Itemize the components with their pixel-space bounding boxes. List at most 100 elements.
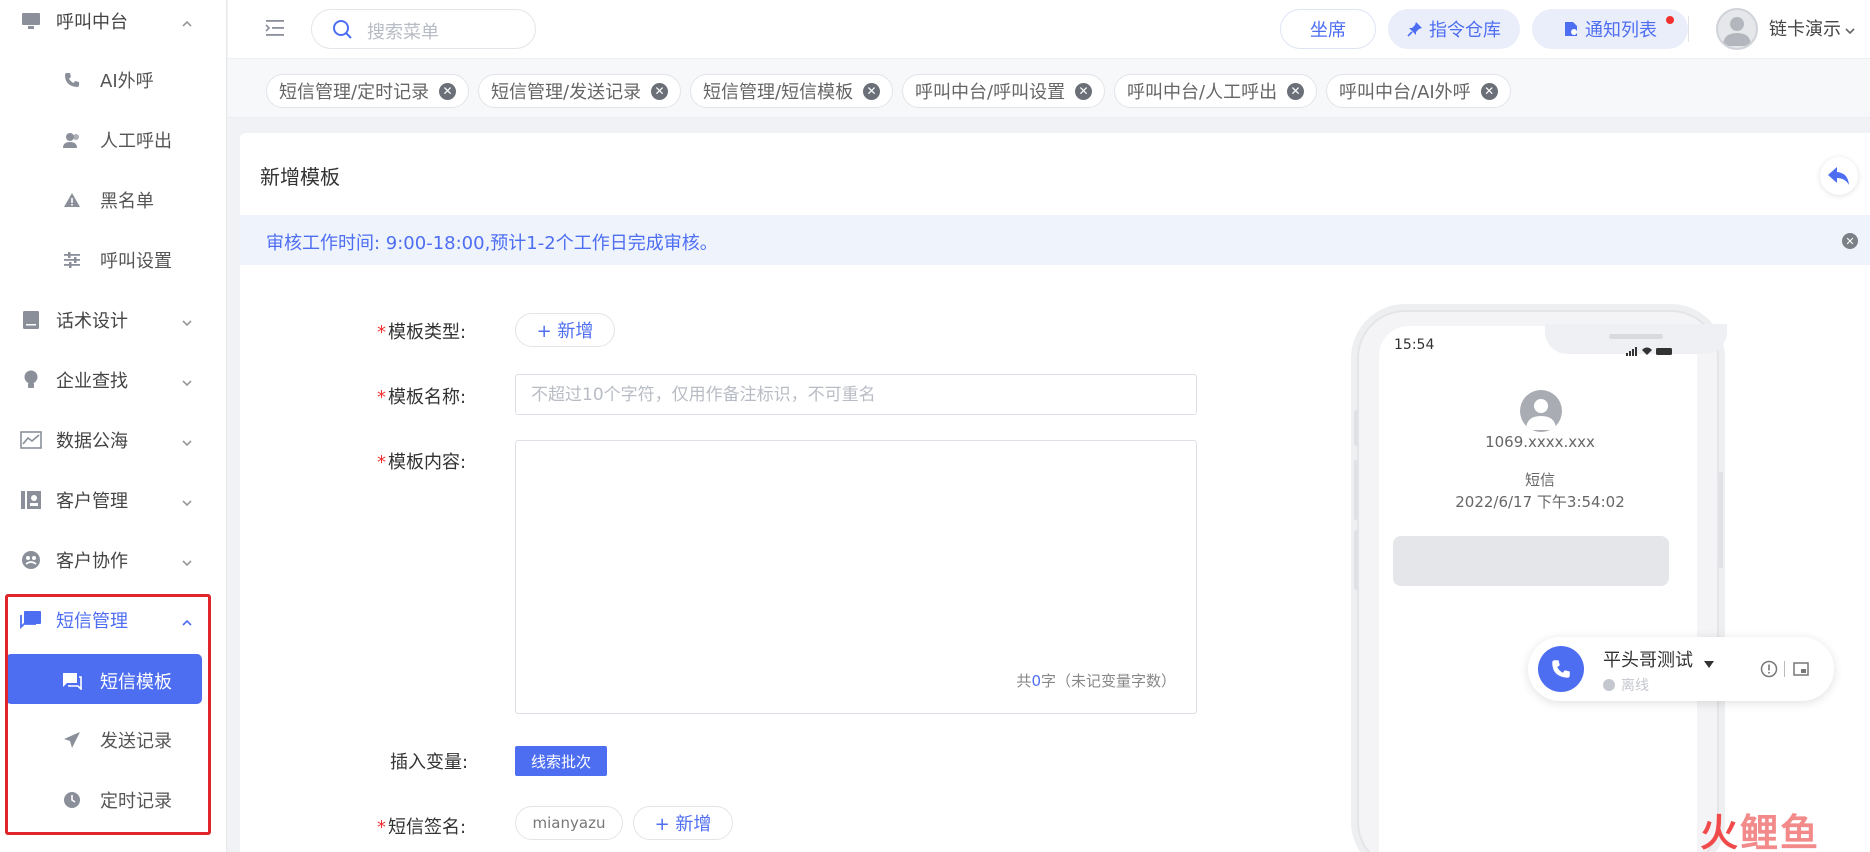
seat-label: 坐席 (1310, 20, 1346, 41)
tab-label: 呼叫中台/AI外呼 (1339, 82, 1471, 103)
sidebar-group-sms[interactable]: 短信管理 (0, 594, 227, 646)
phone-side-button (1354, 410, 1358, 446)
contacts-icon (20, 489, 42, 511)
sidebar-item-label: AI外呼 (100, 71, 154, 92)
tab-sms-template[interactable]: 短信管理/短信模板 ✕ (690, 74, 894, 108)
notice-text: 审核工作时间: 9:00-18:00,预计1-2个工作日完成审核。 (266, 233, 718, 254)
users-icon (62, 130, 82, 150)
tab-manual-call[interactable]: 呼叫中台/人工呼出 ✕ (1114, 74, 1318, 108)
sidebar-group-label: 呼叫中台 (56, 12, 128, 33)
contact-avatar (1520, 390, 1562, 432)
top-header: 搜索菜单 坐席 指令仓库 通知列表 链卡演示 (228, 0, 1870, 58)
tab-label: 短信管理/定时记录 (279, 82, 430, 103)
sidebar-item-call-settings[interactable]: 呼叫设置 (0, 233, 227, 285)
command-library-button[interactable]: 指令仓库 (1388, 9, 1520, 49)
sidebar-item-scheduled-records[interactable]: 定时记录 (0, 773, 227, 825)
sidebar-item-label: 人工呼出 (100, 131, 172, 152)
tab-label: 呼叫中台/人工呼出 (1127, 82, 1278, 103)
close-icon[interactable]: ✕ (1287, 82, 1305, 100)
close-icon[interactable]: ✕ (651, 82, 669, 100)
seat-button[interactable]: 坐席 (1280, 9, 1376, 49)
chevron-down-icon (181, 554, 193, 567)
sidebar-group-label: 数据公海 (56, 431, 128, 452)
add-signature-button[interactable]: + 新增 (633, 806, 733, 840)
signal-icon (1626, 342, 1678, 356)
tab-sms-send-records[interactable]: 短信管理/发送记录 ✕ (478, 74, 682, 108)
chat-icon (62, 671, 82, 691)
close-icon[interactable]: ✕ (1842, 233, 1858, 249)
sidebar-item-send-records[interactable]: 发送记录 (0, 713, 227, 765)
chevron-down-icon[interactable] (1844, 22, 1856, 35)
search-icon (332, 19, 354, 41)
lead-batch-variable-button[interactable]: 线索批次 (515, 746, 607, 776)
close-icon[interactable]: ✕ (1480, 82, 1498, 100)
sidebar-group-customer-mgmt[interactable]: 客户管理 (0, 474, 227, 526)
sidebar-item-label: 发送记录 (100, 731, 172, 752)
chevron-down-icon (181, 434, 193, 447)
sidebar-group-label: 话术设计 (56, 311, 128, 332)
sidebar-group-label: 客户协作 (56, 551, 128, 572)
search-placeholder: 搜索菜单 (367, 22, 439, 43)
watermark-logo: 火鲤鱼 (1700, 811, 1821, 852)
notify-label: 通知列表 (1585, 20, 1657, 41)
close-icon[interactable]: ✕ (1075, 82, 1093, 100)
phone-icon (62, 70, 82, 90)
tab-ai-call[interactable]: 呼叫中台/AI外呼 ✕ (1326, 74, 1511, 108)
close-icon[interactable]: ✕ (439, 82, 457, 100)
page-tabs-bar: 短信管理/定时记录 ✕ 短信管理/发送记录 ✕ 短信管理/短信模板 ✕ 呼叫中台/呼叫… (228, 58, 1870, 118)
sidebar-item-manual-call[interactable]: 人工呼出 (0, 113, 227, 165)
info-icon[interactable] (1760, 660, 1778, 678)
sidebar-group-label: 企业查找 (56, 371, 128, 392)
sidebar-item-label: 黑名单 (100, 191, 154, 212)
sidebar-item-sms-template[interactable]: 短信模板 (6, 654, 202, 704)
call-button[interactable] (1538, 646, 1584, 692)
sidebar-group-company-search[interactable]: 企业查找 (0, 354, 227, 406)
back-icon[interactable] (1820, 157, 1858, 195)
notification-list-button[interactable]: 通知列表 (1532, 9, 1688, 49)
menu-search[interactable]: 搜索菜单 (311, 9, 536, 49)
sidebar-item-label: 呼叫设置 (100, 251, 172, 272)
sidebar-item-ai-call[interactable]: AI外呼 (0, 53, 227, 105)
phone-time: 15:54 (1394, 337, 1435, 353)
sidebar-group-customer-collab[interactable]: 客户协作 (0, 534, 227, 586)
team-icon (20, 549, 42, 571)
sms-signature-label: * 短信签名: (377, 817, 467, 838)
sidebar-group-data-pool[interactable]: 数据公海 (0, 414, 227, 466)
sidebar-item-blacklist[interactable]: 黑名单 (0, 173, 227, 225)
widget-divider (1784, 661, 1785, 677)
sidebar-item-label: 定时记录 (100, 791, 172, 812)
sliders-icon (62, 250, 82, 270)
sidebar-group-script-design[interactable]: 话术设计 (0, 294, 227, 346)
tab-sms-scheduled[interactable]: 短信管理/定时记录 ✕ (266, 74, 470, 108)
signature-chip[interactable]: mianyazu (515, 806, 623, 840)
pin-icon (1407, 21, 1423, 37)
chevron-up-icon (181, 614, 193, 626)
template-content-textarea[interactable]: 共0字（未记变量字数） (515, 440, 1197, 714)
expand-icon[interactable] (1792, 660, 1810, 678)
sidebar-group-call-center[interactable]: 呼叫中台 (0, 0, 227, 47)
command-label: 指令仓库 (1429, 20, 1501, 41)
tab-label: 短信管理/短信模板 (703, 82, 854, 103)
send-icon (62, 730, 82, 750)
caret-down-icon[interactable] (1704, 654, 1714, 668)
add-template-type-button[interactable]: + 新增 (515, 313, 615, 347)
template-content-label: * 模板内容: (377, 452, 467, 473)
agent-name[interactable]: 平头哥测试 (1603, 646, 1693, 672)
chevron-up-icon (181, 15, 193, 27)
close-icon[interactable]: ✕ (863, 82, 881, 100)
template-name-input[interactable] (515, 374, 1197, 415)
sender-number: 1069.xxxx.xxx (1485, 433, 1595, 451)
username[interactable]: 链卡演示 (1769, 15, 1841, 41)
avatar[interactable] (1716, 8, 1758, 50)
sidebar-item-label: 短信模板 (100, 672, 172, 693)
template-name-label: * 模板名称: (377, 387, 467, 408)
tab-call-settings[interactable]: 呼叫中台/呼叫设置 ✕ (902, 74, 1106, 108)
menu-collapse-icon[interactable] (264, 17, 286, 39)
monitor-icon (20, 10, 42, 32)
call-widget: 平头哥测试 离线 (1528, 637, 1834, 701)
book-icon (20, 309, 42, 331)
chevron-down-icon (181, 314, 193, 327)
clock-icon (62, 790, 82, 810)
document-icon (1563, 21, 1579, 37)
phone-side-button (1354, 530, 1358, 590)
